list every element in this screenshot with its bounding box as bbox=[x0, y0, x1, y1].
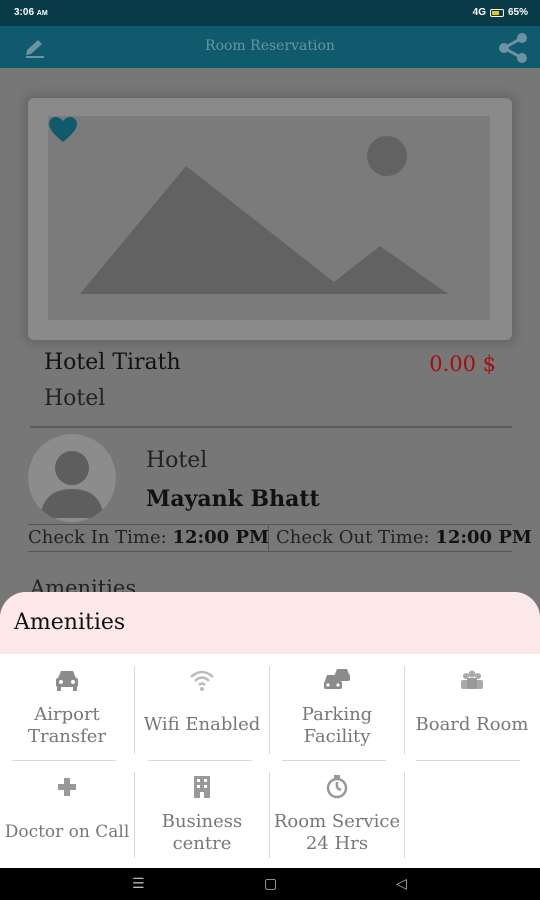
heart-icon[interactable] bbox=[48, 116, 78, 144]
amenity-label: Board Room bbox=[415, 714, 529, 735]
battery-icon bbox=[489, 8, 504, 17]
check-in-label: Check In Time: bbox=[28, 527, 167, 548]
amenity-airport-transfer[interactable]: Airport Transfer bbox=[0, 654, 134, 761]
status-bar: 3:06 AM 4G 65% bbox=[0, 0, 540, 26]
battery-level: 65% bbox=[507, 7, 528, 18]
status-time-suffix: AM bbox=[36, 10, 48, 17]
host-name: Mayank Bhatt bbox=[146, 486, 320, 512]
amenity-parking[interactable]: Parking Facility bbox=[270, 654, 404, 761]
signal-indicator: 4G bbox=[472, 7, 486, 18]
car-icon bbox=[56, 671, 78, 691]
divider bbox=[30, 426, 512, 428]
amenity-label: Facility bbox=[303, 726, 371, 747]
hotel-type: Hotel bbox=[44, 386, 106, 411]
amenity-business-centre[interactable]: Business centre bbox=[135, 761, 269, 868]
amenity-label: Wifi Enabled bbox=[143, 714, 261, 735]
amenity-label: Business bbox=[161, 811, 243, 832]
hotel-image-card bbox=[28, 98, 512, 340]
amenity-label: 24 Hrs bbox=[305, 833, 369, 854]
image-placeholder-icon bbox=[80, 136, 448, 294]
menu-icon[interactable]: ☰ bbox=[132, 876, 145, 892]
amenities-grid: Airport Transfer Wifi Enabled Parking Fa… bbox=[0, 654, 540, 868]
home-icon[interactable]: ▢ bbox=[264, 876, 277, 892]
sheet-header: Amenities bbox=[0, 592, 540, 654]
building-icon bbox=[194, 776, 210, 798]
check-out-label: Check Out Time: bbox=[276, 527, 430, 548]
amenity-label: Doctor on Call bbox=[4, 822, 130, 842]
back-icon[interactable]: ◁ bbox=[396, 876, 407, 892]
plus-icon bbox=[58, 778, 76, 796]
divider bbox=[404, 772, 405, 858]
amenity-label: Transfer bbox=[27, 726, 107, 747]
hotel-image-placeholder bbox=[48, 116, 490, 320]
status-icons: 4G 65% bbox=[473, 7, 528, 18]
hotel-price: 0.00 $ bbox=[429, 352, 496, 376]
amenity-board-room[interactable]: Board Room bbox=[405, 654, 539, 761]
amenity-label: Airport bbox=[34, 704, 100, 725]
people-icon bbox=[461, 670, 483, 689]
amenity-wifi[interactable]: Wifi Enabled bbox=[135, 654, 269, 761]
check-out-value: 12:00 PM bbox=[435, 527, 532, 548]
amenity-label: Room Service bbox=[273, 811, 401, 832]
amenity-label: Parking bbox=[301, 704, 373, 725]
avatar bbox=[28, 434, 116, 522]
amenities-bottom-sheet: Amenities Airport Transfer Wifi Enabled … bbox=[0, 592, 540, 868]
check-in-time: Check In Time: 12:00 PM bbox=[28, 527, 269, 548]
check-out-time: Check Out Time: 12:00 PM bbox=[276, 527, 532, 548]
host-label: Hotel bbox=[146, 448, 208, 473]
person-icon bbox=[40, 451, 104, 518]
app-bar: Room Reservation bbox=[0, 26, 540, 68]
sheet-title: Amenities bbox=[14, 610, 126, 635]
app-title: Room Reservation bbox=[205, 38, 335, 54]
amenity-label: centre bbox=[172, 833, 232, 854]
check-in-value: 12:00 PM bbox=[172, 527, 269, 548]
navigation-bar: ☰ ▢ ◁ bbox=[0, 868, 540, 900]
check-times-row: Check In Time: 12:00 PM Check Out Time: … bbox=[28, 524, 532, 552]
divider bbox=[268, 525, 269, 551]
timer-icon bbox=[326, 775, 348, 799]
amenity-doctor-on-call[interactable]: Doctor on Call bbox=[0, 761, 134, 868]
amenity-room-service[interactable]: Room Service 24 Hrs bbox=[270, 761, 404, 868]
wifi-icon bbox=[190, 670, 214, 691]
status-time: 3:06 AM bbox=[14, 7, 48, 18]
hotel-name: Hotel Tirath bbox=[44, 350, 181, 375]
parking-cars-icon bbox=[324, 669, 350, 689]
share-icon[interactable] bbox=[496, 32, 530, 64]
status-time-value: 3:06 bbox=[14, 7, 35, 18]
